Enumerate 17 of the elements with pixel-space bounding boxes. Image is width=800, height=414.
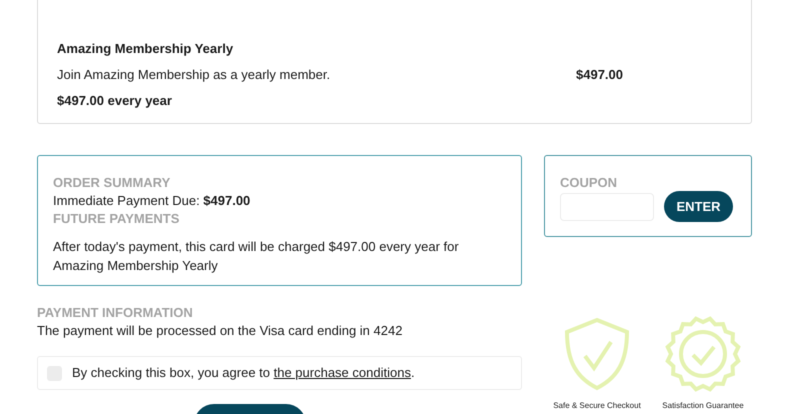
product-description: Join Amazing Membership as a yearly member. xyxy=(57,67,330,83)
payment-due-text: Immediate Payment Due: $497.00 xyxy=(53,192,252,210)
section-heading: ORDER SUMMARY xyxy=(53,174,172,192)
badge-label: Satisfaction Guarantee xyxy=(662,401,744,411)
badge-label: Safe & Secure Checkout xyxy=(553,401,641,411)
section-heading: FUTURE PAYMENTS xyxy=(53,210,180,228)
recurring-price: $497.00 every year xyxy=(57,93,173,109)
purchase-conditions-link[interactable]: the purchase conditions xyxy=(274,365,411,380)
badge-check-icon xyxy=(663,314,743,394)
payment-info-text: The payment will be processed on the Visa card ending in 4242 xyxy=(37,322,404,340)
section-heading: PAYMENT INFORMATION xyxy=(37,304,194,322)
section-heading: COUPON xyxy=(560,174,618,191)
future-payments-text: After today's payment, this card will be charged $497.00 every year for Amazing Membership Yearly xyxy=(53,238,460,275)
product-price: $497.00 xyxy=(576,67,623,83)
enter-button[interactable]: ENTER xyxy=(664,191,733,222)
product-title: Amazing Membership Yearly xyxy=(57,41,234,57)
agreement-text: By checking this box, you agree to the purchase conditions. xyxy=(72,364,415,382)
